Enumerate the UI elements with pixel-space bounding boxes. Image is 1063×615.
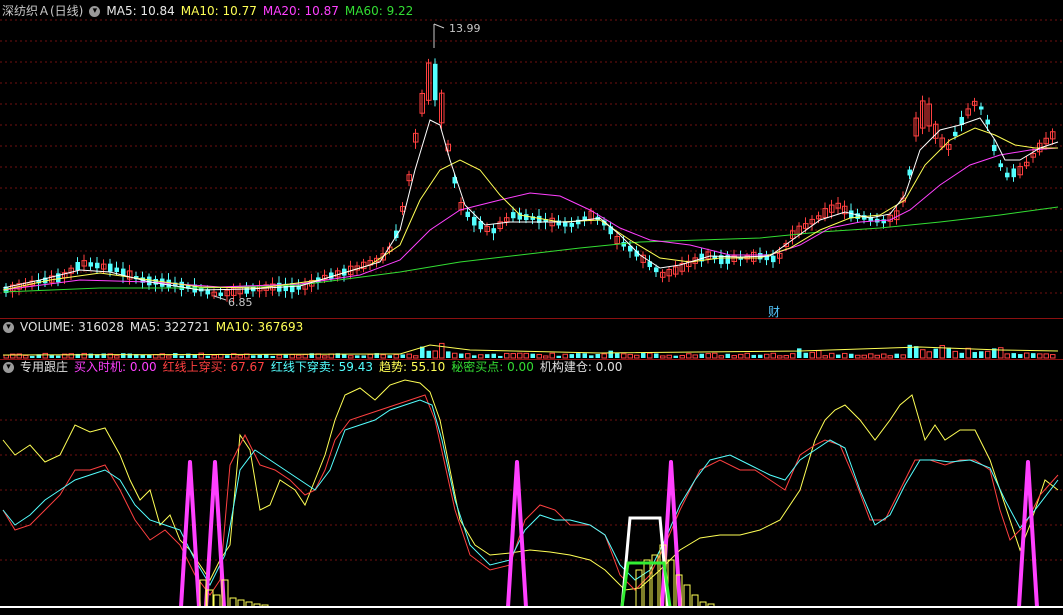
- buy-signal-spike: [179, 460, 201, 608]
- inst-label: 机构建仓: 0.00: [539, 360, 623, 374]
- main-header: 深纺织Ａ(日线) ▾ MA5: 10.84 MA10: 10.77 MA20: 10.8…: [2, 3, 419, 19]
- dropdown-icon[interactable]: ▾: [3, 362, 14, 373]
- cyan-line: [2, 399, 1059, 587]
- indicator-header: ▾ 专用跟庄 买入时机: 0.00 红线上穿买: 67.67 红线下穿卖: 59.43 趋…: [0, 359, 628, 375]
- volume-ma5-label: MA5: 322721: [129, 320, 210, 334]
- ma60-label: MA60: 9.22: [344, 4, 414, 18]
- volume-ma10-label: MA10: 367693: [215, 320, 304, 334]
- low-price-label: 6.85: [228, 296, 253, 309]
- red-down-label: 红线下穿卖: 59.43: [270, 360, 374, 374]
- ma5-label: MA5: 10.84: [106, 4, 175, 18]
- secret-label: 秘密买点: 0.00: [451, 360, 534, 374]
- buy-signal-spike: [1017, 460, 1039, 608]
- high-price-label: 13.99: [449, 22, 481, 35]
- volume-header: ▾ VOLUME: 316028 MA5: 322721 MA10: 367693: [0, 319, 309, 335]
- financial-report-marker[interactable]: 财: [768, 303, 780, 320]
- indicator-chart: [0, 379, 1063, 608]
- trend-label: 趋势: 55.10: [379, 360, 446, 374]
- indicator-name: 专用跟庄: [20, 360, 69, 374]
- ma20-label: MA20: 10.87: [262, 4, 339, 18]
- volume-label: VOLUME: 316028: [20, 320, 124, 334]
- trend-bar: [237, 599, 245, 608]
- trend-bar: [691, 594, 699, 608]
- red-up-label: 红线上穿买: 67.67: [162, 360, 265, 374]
- buy-time-label: 买入时机: 0.00: [74, 360, 157, 374]
- trend-bar: [683, 584, 691, 608]
- buy-signal-spike: [204, 460, 226, 608]
- buy-signal-spike: [506, 460, 528, 608]
- stock-title: 深纺织Ａ(日线): [2, 4, 84, 18]
- trend-bar: [213, 594, 221, 608]
- trend-line: [2, 379, 1059, 591]
- dropdown-icon[interactable]: ▾: [89, 6, 101, 17]
- trend-bar: [229, 597, 237, 608]
- ma10-label: MA10: 10.77: [180, 4, 257, 18]
- dropdown-icon[interactable]: ▾: [3, 322, 14, 333]
